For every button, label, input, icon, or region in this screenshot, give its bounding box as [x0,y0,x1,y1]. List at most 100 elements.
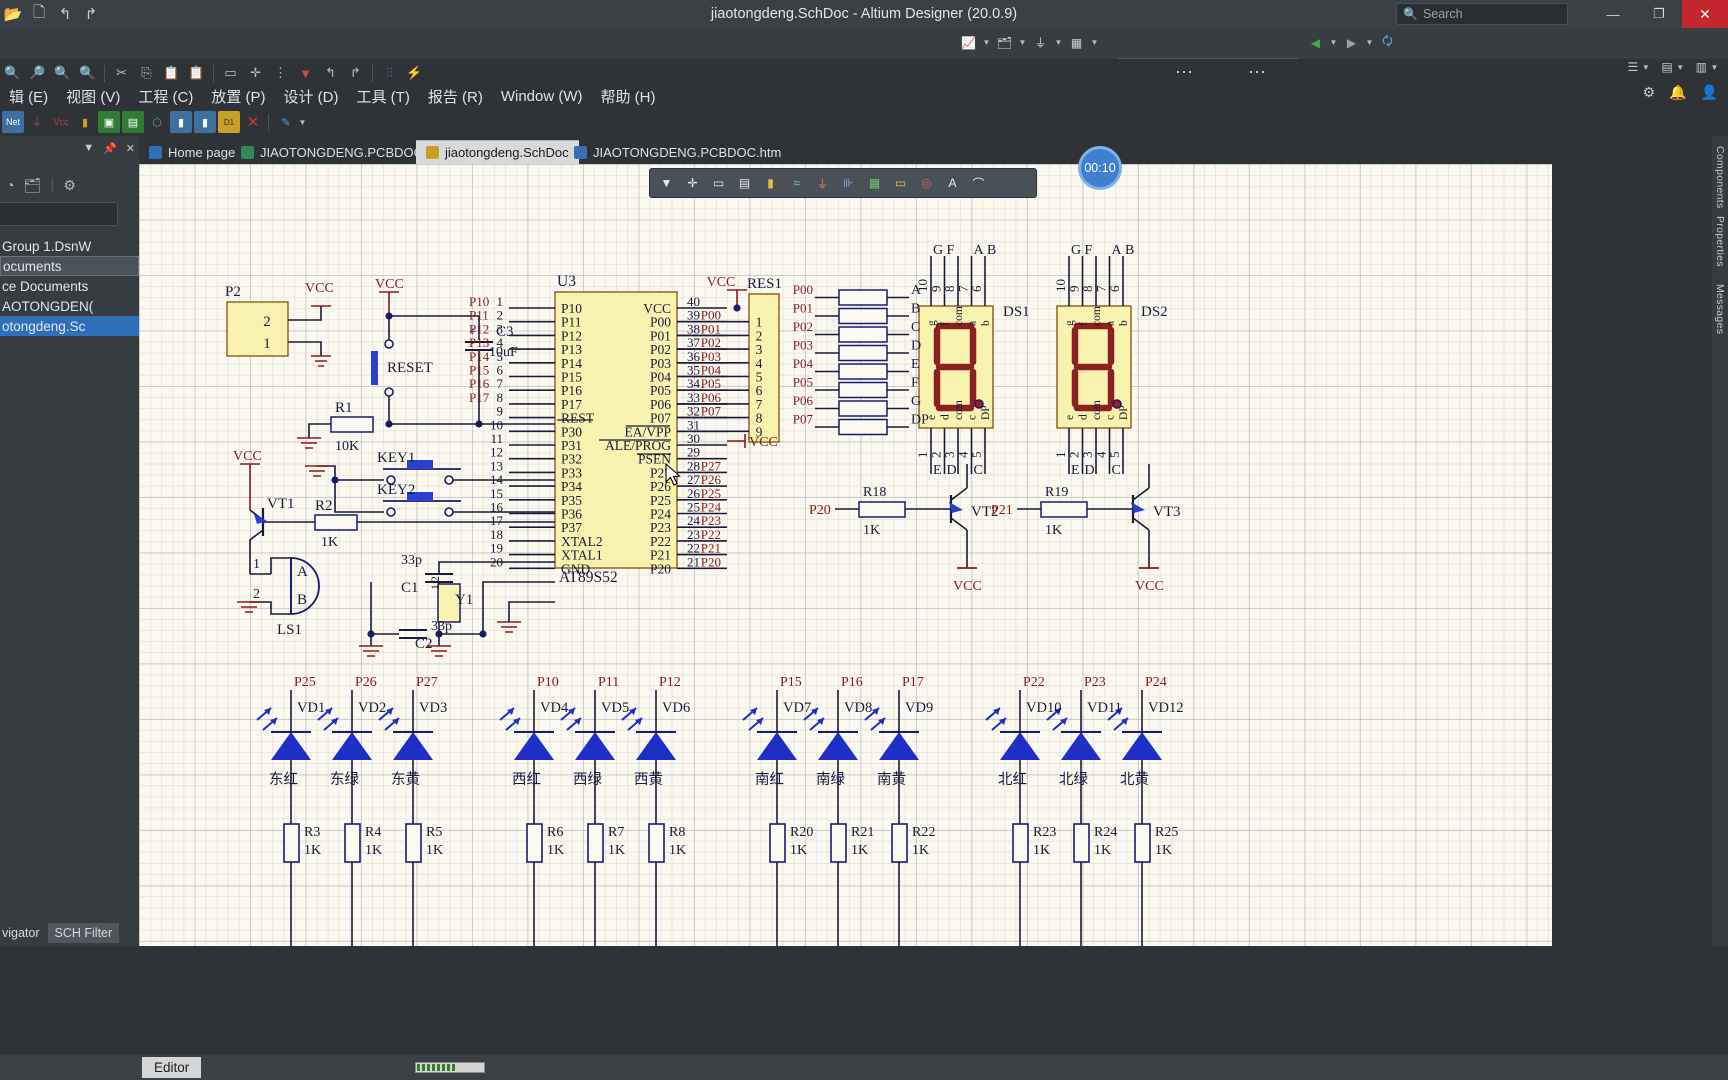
select-rect-icon[interactable]: ▭ [706,171,731,195]
ruler-icon[interactable]: ▮ [74,111,96,133]
undo-icon[interactable]: ↰ [52,1,78,27]
move-icon[interactable]: ✛ [243,60,268,86]
tab-home-page[interactable]: Home page [139,140,245,164]
menu-edit[interactable]: 辑 (E) [0,86,57,107]
tab-navigator[interactable]: vigator [2,926,40,940]
text-icon[interactable]: A [940,171,965,195]
chevron-down-icon[interactable]: ▼ [1089,38,1100,47]
cut-icon[interactable]: ✂ [109,60,134,86]
menu-place[interactable]: 放置 (P) [202,86,274,107]
filter-icon[interactable]: ▼ [654,171,679,195]
dock-tab-components[interactable]: Components [1714,146,1726,209]
no-erc-icon[interactable]: ✕ [242,111,264,133]
undo-icon[interactable]: ↰ [318,60,343,86]
refresh-icon[interactable]: 🗘 [1377,32,1398,53]
menu-view[interactable]: 视图 (V) [57,86,129,107]
zoom-select-icon[interactable]: 🔍 [75,60,100,86]
minimize-button[interactable]: — [1590,0,1636,28]
editor-button[interactable]: Editor [142,1056,202,1078]
tree-item-source[interactable]: ce Documents [0,276,139,296]
forward-arrow-icon[interactable]: ▶ [1341,32,1362,53]
menu-project[interactable]: 工程 (C) [129,86,202,107]
redo-icon[interactable]: ↱ [78,1,104,27]
distribute-icon[interactable]: ▥ ▼ [1696,60,1720,74]
tab-pcbdoc[interactable]: JIAOTONGDENG.PCBDOC * [231,140,442,164]
close-button[interactable]: ✕ [1682,0,1728,28]
wave-icon[interactable]: ≈ [784,171,809,195]
menu-design[interactable]: 设计 (D) [275,86,348,107]
tab-sch-filter[interactable]: SCH Filter [47,923,120,943]
chart-icon[interactable]: 📈 [958,32,979,53]
save-project-icon[interactable]: 🗂 [23,177,41,194]
layers-icon[interactable]: 🗂 [994,32,1015,53]
designator-icon[interactable]: D1 [218,111,240,133]
open-icon[interactable]: ◔ [6,177,14,193]
gear-icon[interactable]: ⚙ [1643,84,1656,101]
compare-icon[interactable]: ⫶⫶ [377,60,402,86]
flash-icon[interactable]: ⚡ [402,60,427,86]
chevron-down-icon[interactable]: ▼ [83,142,94,155]
copy-icon[interactable]: ⎘ [134,60,159,86]
chevron-down-icon[interactable]: ▼ [1328,38,1339,47]
ground-icon[interactable]: ⏚ [810,171,835,195]
tree-item-schdoc[interactable]: otongdeng.Sc [0,316,139,336]
place-bus-entry-icon[interactable]: ▮ [194,111,216,133]
net-icon[interactable]: ▭ [888,171,913,195]
bars-icon[interactable]: ⊪ [836,171,861,195]
menu-tools[interactable]: 工具 (T) [348,86,419,107]
pin-icon[interactable]: 📌 [103,142,117,155]
dock-tab-messages[interactable]: Messages [1714,284,1726,334]
paste-special-icon[interactable]: 📋 [184,60,209,86]
align-icon[interactable]: ⋮ [268,60,293,86]
chevron-down-icon[interactable]: ▼ [981,38,992,47]
dock-tab-properties[interactable]: Properties [1714,216,1726,267]
menu-window[interactable]: Window (W) [492,88,592,105]
chevron-down-icon[interactable]: ▼ [1364,38,1375,47]
grid-icon[interactable]: ▦ [862,171,887,195]
chevron-down-icon[interactable]: ▼ [1053,38,1064,47]
net-label-icon[interactable]: Net [2,111,24,133]
back-arrow-icon[interactable]: ◀ [1305,32,1326,53]
redo-icon[interactable]: ↱ [343,60,368,86]
ground-icon[interactable]: ⏚ [26,111,48,133]
close-icon[interactable]: ✕ [126,142,135,155]
error-icon[interactable]: ◎ [914,171,939,195]
crosshair-icon[interactable]: ✛ [680,171,705,195]
grid-icon[interactable]: ▦ [1066,32,1087,53]
maximize-button[interactable]: ❐ [1636,0,1682,28]
menu-help[interactable]: 帮助 (H) [592,86,665,107]
vcc-icon[interactable]: Vcc [50,111,72,133]
place-sheet-icon[interactable]: ▤ [122,111,144,133]
chevron-down-icon[interactable]: ▼ [1017,38,1028,47]
arc-icon[interactable]: ⌒ [966,171,991,195]
tree-item-documents[interactable]: ocuments [0,256,139,276]
gear-icon[interactable]: ⚙ [63,177,76,194]
overflow-dots-left[interactable]: ⋯ [1175,62,1195,83]
list-view-icon[interactable]: ☰ ▼ [1628,60,1652,74]
user-icon[interactable]: 👤 [1701,84,1718,101]
search-input[interactable]: 🔍 Search [1396,3,1568,25]
clear-filter-icon[interactable]: ▼ [293,60,318,86]
pen-icon[interactable]: ✎ [275,111,297,133]
menu-reports[interactable]: 报告 (R) [419,86,492,107]
zoom-in-icon[interactable]: 🔍 [50,60,75,86]
paste-icon[interactable]: 📋 [159,60,184,86]
open-folder-icon[interactable]: 📂 [0,1,26,27]
place-port-icon[interactable]: ⬡ [146,111,168,133]
schematic-canvas[interactable]: U3 AT89S52 P10 1 P10 P11 2 P11 P12 3 P12 P13 4 P13 P14… [139,164,1552,946]
tree-item-group[interactable]: Group 1.DsnW [0,236,139,256]
tab-schdoc[interactable]: jiaotongdeng.SchDoc [416,140,579,164]
align-icon[interactable]: ▤ [732,171,757,195]
align-left-icon[interactable]: ▤ ▼ [1661,60,1685,74]
zoom-area-icon[interactable]: 🔎 [25,60,50,86]
measure-icon[interactable]: ▮ [758,171,783,195]
tab-pcbdoc-htm[interactable]: JIAOTONGDENG.PCBDOC.htm [564,140,791,164]
bell-icon[interactable]: 🔔 [1669,84,1686,101]
tree-item-pcb[interactable]: AOTONGDEN( [0,296,139,316]
overflow-dots-right[interactable]: ⋯ [1248,62,1268,83]
save-icon[interactable]: 🗋 [26,1,52,27]
zoom-fit-icon[interactable]: 🔍 [0,60,25,86]
place-bus-icon[interactable]: ▮ [170,111,192,133]
panel-search-input[interactable] [0,202,118,226]
place-part-icon[interactable]: ▣ [98,111,120,133]
